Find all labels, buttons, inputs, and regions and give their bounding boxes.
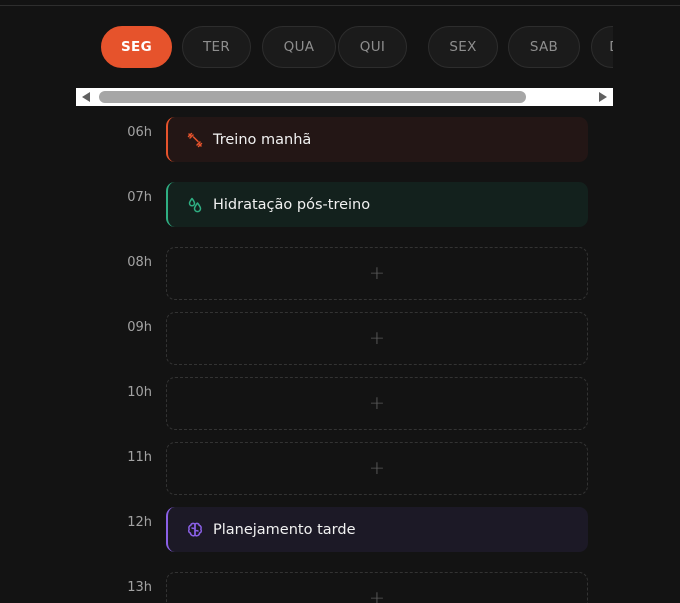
day-tab-dom[interactable]: DOM	[591, 26, 613, 68]
dumbbell-icon	[186, 131, 204, 149]
hour-label: 12h	[127, 515, 152, 530]
scroll-left-arrow-icon[interactable]	[82, 92, 90, 102]
plus-icon: +	[369, 457, 385, 479]
empty-slot-add-button[interactable]: +	[166, 572, 588, 603]
hour-label: 07h	[127, 190, 152, 205]
hour-label: 06h	[127, 125, 152, 140]
empty-slot-add-button[interactable]: +	[166, 247, 588, 300]
event-title: Hidratação pós-treino	[213, 196, 371, 213]
event-card[interactable]: Planejamento tarde	[166, 507, 588, 552]
plus-icon: +	[369, 262, 385, 284]
empty-slot-add-button[interactable]: +	[166, 312, 588, 365]
day-tab-seg[interactable]: SEG	[101, 26, 172, 68]
horizontal-scrollbar[interactable]	[76, 88, 613, 106]
plus-icon: +	[369, 327, 385, 349]
day-tab-sex[interactable]: SEX	[428, 26, 498, 68]
hour-label: 11h	[127, 450, 152, 465]
empty-slot-add-button[interactable]: +	[166, 377, 588, 430]
scrollbar-thumb[interactable]	[99, 91, 526, 103]
event-title: Treino manhã	[213, 131, 312, 148]
hour-label: 08h	[127, 255, 152, 270]
day-tab-qui[interactable]: QUI	[338, 26, 407, 68]
day-tab-ter[interactable]: TER	[182, 26, 251, 68]
scroll-right-arrow-icon[interactable]	[599, 92, 607, 102]
hour-label: 10h	[127, 385, 152, 400]
event-title: Planejamento tarde	[213, 521, 356, 538]
hour-label: 13h	[127, 580, 152, 595]
hour-label: 09h	[127, 320, 152, 335]
event-card[interactable]: Hidratação pós-treino	[166, 182, 588, 227]
brain-icon	[186, 521, 204, 539]
plus-icon: +	[369, 392, 385, 414]
water-drops-icon	[186, 196, 204, 214]
day-tab-sab[interactable]: SAB	[508, 26, 580, 68]
event-card[interactable]: Treino manhã	[166, 117, 588, 162]
plus-icon: +	[369, 587, 385, 603]
top-divider	[0, 5, 680, 6]
day-tab-qua[interactable]: QUA	[262, 26, 336, 68]
empty-slot-add-button[interactable]: +	[166, 442, 588, 495]
day-selector: SEGTER QUAQUI SEXSAB DOM	[76, 24, 613, 70]
